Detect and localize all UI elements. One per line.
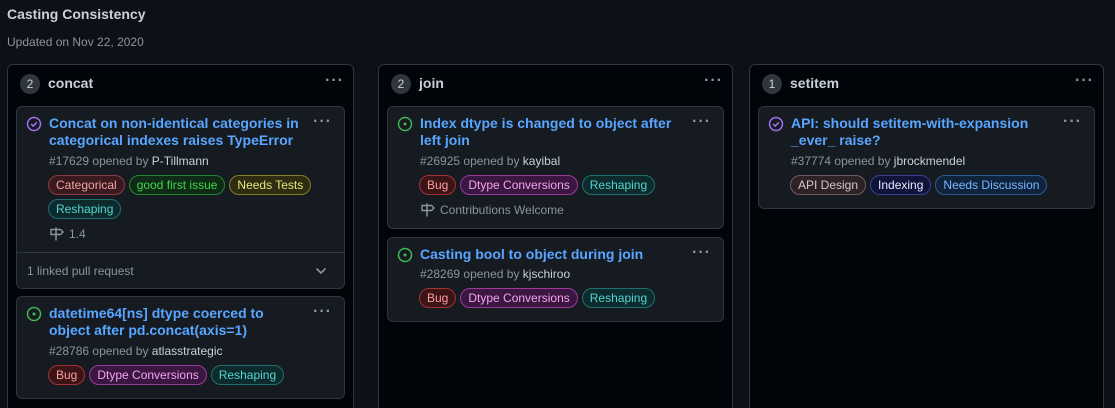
milestone[interactable]: Contributions Welcome: [420, 202, 564, 218]
opened-by-text: opened by: [463, 154, 520, 168]
label-badge[interactable]: Dtype Conversions: [460, 175, 578, 195]
issue-meta: #28269 opened by kjschiroo: [420, 267, 570, 281]
label-badge[interactable]: Bug: [419, 288, 457, 308]
author-link[interactable]: kayibal: [523, 154, 560, 168]
card-menu-button[interactable]: ···: [313, 113, 332, 131]
label-badge[interactable]: Dtype Conversions: [460, 288, 578, 308]
linked-pull-request-toggle[interactable]: 1 linked pull request: [17, 252, 344, 288]
label-badge[interactable]: Reshaping: [210, 365, 285, 385]
label-badge[interactable]: Reshaping: [581, 288, 656, 308]
issue-number: #37774: [791, 154, 832, 168]
issue-meta: #26925 opened by kayibal: [420, 154, 560, 168]
label-badge[interactable]: Bug: [48, 365, 86, 385]
issue-open-icon: [26, 306, 42, 322]
updated-date: Updated on Nov 22, 2020: [7, 35, 144, 49]
issue-number: #17629: [49, 154, 90, 168]
column-name: setitem: [790, 75, 840, 91]
opened-by-text: opened by: [92, 344, 149, 358]
column-name: concat: [48, 75, 94, 91]
label-list: Bug Dtype Conversions Reshaping: [419, 175, 715, 199]
issue-title-link[interactable]: Casting bool to object during join: [420, 246, 679, 263]
label-badge[interactable]: Categorical: [48, 175, 125, 195]
label-badge[interactable]: Needs Tests: [229, 175, 312, 195]
issue-number: #26925: [420, 154, 461, 168]
chevron-down-icon: [315, 267, 327, 275]
issue-number: #28269: [420, 267, 461, 281]
label-badge[interactable]: Bug: [419, 175, 457, 195]
label-badge[interactable]: Reshaping: [48, 199, 122, 219]
column-join: 2 join ··· Index dtype is changed to obj…: [378, 64, 733, 408]
label-list: Categorical good first issue Needs Tests Re…: [48, 175, 336, 223]
label-badge[interactable]: Reshaping: [581, 175, 656, 195]
issue-title-link[interactable]: API: should setitem-with-expansion _ever…: [791, 115, 1050, 149]
linked-pr-text: 1 linked pull request: [27, 264, 134, 278]
column-concat: 2 concat ··· Concat on non-identical cat…: [7, 64, 354, 408]
label-badge[interactable]: Indexing: [870, 175, 932, 195]
issue-card[interactable]: Concat on non-identical categories in ca…: [16, 106, 345, 289]
issue-card[interactable]: API: should setitem-with-expansion _ever…: [758, 106, 1095, 209]
opened-by-text: opened by: [834, 154, 891, 168]
card-menu-button[interactable]: ···: [313, 303, 332, 321]
milestone-icon: [50, 227, 64, 241]
issue-number: #28786: [49, 344, 90, 358]
card-menu-button[interactable]: ···: [1063, 113, 1082, 131]
issue-title-link[interactable]: Index dtype is changed to object after l…: [420, 115, 679, 149]
issue-title-link[interactable]: datetime64[ns] dtype coerced to object a…: [49, 305, 300, 339]
label-badge[interactable]: Needs Discussion: [935, 175, 1048, 195]
label-badge[interactable]: good first issue: [128, 175, 226, 195]
author-link[interactable]: jbrockmendel: [894, 154, 965, 168]
card-count-badge: 1: [762, 74, 782, 94]
project-title: Casting Consistency: [7, 6, 146, 22]
issue-open-icon: [397, 247, 413, 263]
issue-card[interactable]: Index dtype is changed to object after l…: [387, 106, 724, 229]
card-menu-button[interactable]: ···: [692, 113, 711, 131]
issue-card[interactable]: Casting bool to object during join ··· #…: [387, 237, 724, 322]
label-badge[interactable]: Dtype Conversions: [89, 365, 207, 385]
author-link[interactable]: atlasstrategic: [152, 344, 223, 358]
opened-by-text: opened by: [463, 267, 520, 281]
issue-meta: #17629 opened by P-Tillmann: [49, 154, 209, 168]
column-menu-button[interactable]: ···: [704, 72, 723, 90]
label-badge[interactable]: API Design: [790, 175, 867, 195]
opened-by-text: opened by: [92, 154, 149, 168]
milestone[interactable]: 1.4: [49, 226, 86, 242]
issue-meta: #37774 opened by jbrockmendel: [791, 154, 965, 168]
issue-closed-icon: [26, 116, 42, 132]
issue-meta: #28786 opened by atlasstrategic: [49, 344, 223, 358]
issue-title-link[interactable]: Concat on non-identical categories in ca…: [49, 115, 300, 149]
column-menu-button[interactable]: ···: [1075, 72, 1094, 90]
issue-open-icon: [397, 116, 413, 132]
column-header: 2 join ···: [379, 65, 732, 103]
issue-card[interactable]: datetime64[ns] dtype coerced to object a…: [16, 296, 345, 399]
column-header: 1 setitem ···: [750, 65, 1103, 103]
card-menu-button[interactable]: ···: [692, 244, 711, 262]
author-link[interactable]: kjschiroo: [523, 267, 570, 281]
author-link[interactable]: P-Tillmann: [152, 154, 209, 168]
milestone-icon: [421, 203, 435, 217]
column-setitem: 1 setitem ··· API: should setitem-with-e…: [749, 64, 1104, 408]
label-list: API Design Indexing Needs Discussion: [790, 175, 1086, 199]
column-header: 2 concat ···: [8, 65, 353, 103]
milestone-label: Contributions Welcome: [440, 203, 564, 217]
project-header: Casting Consistency Updated on Nov 22, 2…: [7, 6, 145, 49]
column-menu-button[interactable]: ···: [325, 72, 344, 90]
column-name: join: [419, 75, 444, 91]
card-count-badge: 2: [391, 74, 411, 94]
label-list: Bug Dtype Conversions Reshaping: [48, 365, 336, 389]
card-count-badge: 2: [20, 74, 40, 94]
label-list: Bug Dtype Conversions Reshaping: [419, 288, 715, 312]
issue-closed-icon: [768, 116, 784, 132]
milestone-label: 1.4: [69, 227, 86, 241]
